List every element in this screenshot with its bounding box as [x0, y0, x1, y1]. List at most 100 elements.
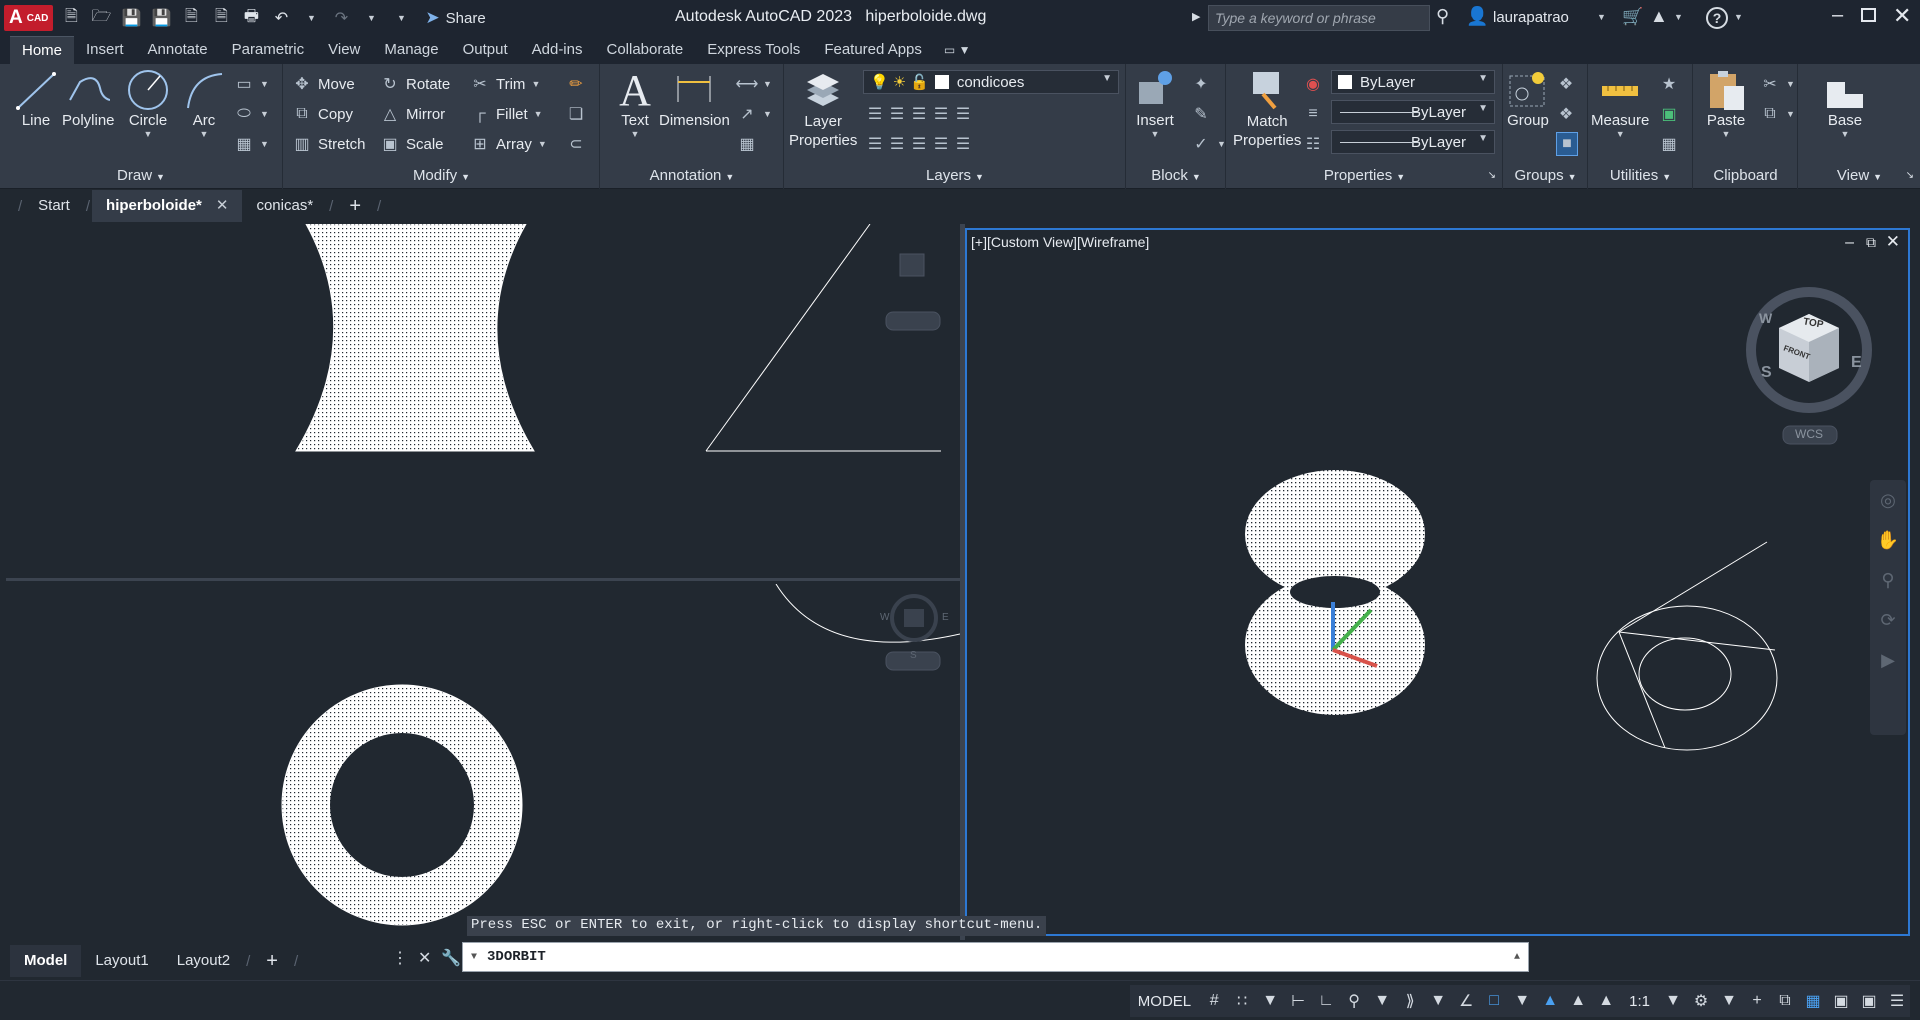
layout-tab-layout2[interactable]: Layout2	[163, 945, 244, 977]
tab-output[interactable]: Output	[451, 36, 520, 64]
arc-dropdown-icon[interactable]: ▼	[200, 129, 209, 139]
viewport-restore-icon[interactable]: ⧉	[1866, 234, 1876, 251]
customization-menu-icon[interactable]: ☰	[1884, 986, 1910, 1016]
lineweight-button[interactable]: ≡	[1303, 102, 1323, 126]
layer-thaw-all-icon[interactable]: ☰	[909, 134, 929, 154]
annotation-panel-title[interactable]: Annotation ▼	[601, 165, 783, 189]
clean-screen-icon[interactable]: ▣	[1856, 986, 1882, 1016]
leader-button[interactable]: ↗ ▼	[737, 102, 772, 126]
clipboard-panel-title[interactable]: Clipboard	[1694, 165, 1797, 189]
lineweight-dropdown[interactable]: ByLayer ▼	[1331, 100, 1495, 124]
annotation-scale-value[interactable]: 1:1	[1621, 986, 1658, 1016]
steering-wheel-icon[interactable]: ◎	[1870, 480, 1906, 520]
cart-icon[interactable]: 🛒	[1622, 7, 1643, 27]
object-snap-dropdown-icon[interactable]: ▼	[1509, 986, 1535, 1016]
properties-launcher-icon[interactable]: ↘	[1488, 165, 1496, 187]
ribbon-display-toggle-icon[interactable]: ▭ ▼	[934, 36, 983, 64]
stretch-button[interactable]: ▥ Stretch	[292, 132, 365, 156]
layer-lock-icon[interactable]: ☰	[931, 104, 951, 124]
hatch-dropdown-icon[interactable]: ▼	[260, 139, 269, 149]
infocenter-expand-icon[interactable]: ▶	[1192, 10, 1200, 23]
layout-tab-layout1[interactable]: Layout1	[81, 945, 162, 977]
view-launcher-icon[interactable]: ↘	[1906, 165, 1914, 187]
dimension-button[interactable]: Dimension	[659, 68, 730, 129]
open-web-icon[interactable]: 🗎	[179, 6, 203, 30]
file-tab-hiperboloide[interactable]: hiperboloide* ✕	[92, 190, 243, 222]
layer-walk-icon[interactable]: ☰	[953, 134, 973, 154]
viewport-bottom-left[interactable]: W E S	[6, 584, 960, 940]
scale-dropdown-icon[interactable]: ▼	[1660, 986, 1686, 1016]
compass-e-label[interactable]: E	[1851, 354, 1862, 372]
layer-off-icon[interactable]: ☰	[865, 104, 885, 124]
layer-previous-icon[interactable]: ☰	[887, 134, 907, 154]
minimize-icon[interactable]: –	[1832, 4, 1843, 27]
zoom-icon[interactable]: ⚲	[1870, 560, 1906, 600]
snap-dropdown-icon[interactable]: ▼	[1257, 986, 1283, 1016]
array-dropdown-icon[interactable]: ▼	[538, 139, 547, 149]
linear-dim-button[interactable]: ⟷ ▼	[736, 72, 772, 96]
calculator-button[interactable]: ▦	[1659, 132, 1679, 156]
viewport-minimize-icon[interactable]: –	[1845, 234, 1854, 252]
viewport-splitter-vertical[interactable]	[960, 224, 965, 940]
line-button[interactable]: Line	[14, 68, 58, 129]
group-button[interactable]: Group	[1506, 68, 1550, 129]
viewport-right-active[interactable]: [+][Custom View][Wireframe] – ⧉ ✕ TOP FR…	[965, 228, 1910, 936]
ungroup-button[interactable]: ❖	[1556, 72, 1576, 96]
linear-dim-dropdown-icon[interactable]: ▼	[763, 79, 772, 89]
tab-add-ins[interactable]: Add-ins	[520, 36, 595, 64]
user-dropdown-icon[interactable]: ▼	[1597, 12, 1606, 22]
edit-attributes-button[interactable]: ✓ ▼	[1191, 132, 1226, 156]
autocad-logo-icon[interactable]: A CAD	[4, 5, 54, 31]
file-tab-conicas[interactable]: conicas*	[242, 190, 327, 222]
new-file-icon[interactable]: 🗎	[59, 6, 83, 30]
trim-button[interactable]: ✂ Trim ▼	[470, 72, 540, 96]
quick-select-button[interactable]: ★	[1659, 72, 1679, 96]
user-icon[interactable]: 👤	[1466, 6, 1488, 27]
layer-dropdown[interactable]: 💡 ☀ 🔓 condicoes ▼	[863, 70, 1119, 94]
wcs-menu[interactable]: WCS	[1795, 427, 1823, 441]
save-as-icon[interactable]: 💾	[149, 6, 173, 30]
fillet-button[interactable]: ┌ Fillet ▼	[470, 102, 543, 126]
isometric-icon[interactable]: ⟫	[1397, 986, 1423, 1016]
workspace-dropdown-icon[interactable]: ▼	[1716, 986, 1742, 1016]
command-expand-icon[interactable]: ▲	[1514, 952, 1520, 963]
view-panel-title[interactable]: View ▼ ↘	[1799, 165, 1920, 189]
linetype-button[interactable]: ☷	[1303, 132, 1323, 156]
annotation-scale-icon[interactable]: ▲	[1593, 986, 1619, 1016]
explode-button[interactable]: ❏	[566, 102, 586, 126]
layers-panel-title[interactable]: Layers ▼	[785, 165, 1125, 189]
erase-button[interactable]: ✏	[566, 72, 586, 96]
undo-icon[interactable]: ↶	[269, 6, 293, 30]
share-button[interactable]: ➤ Share	[425, 8, 485, 28]
cut-button[interactable]: ✂ ▼	[1760, 72, 1795, 96]
quick-properties-icon[interactable]: ▦	[1800, 986, 1826, 1016]
auto-scale-icon[interactable]: ▲	[1565, 986, 1591, 1016]
new-tab-plus-icon[interactable]: +	[335, 190, 375, 222]
rectangle-dropdown-icon[interactable]: ▼	[260, 79, 269, 89]
object-color-button[interactable]: ◉	[1303, 72, 1323, 96]
pan-icon[interactable]: ✋	[1870, 520, 1906, 560]
copy-button[interactable]: ⧉ Copy	[292, 102, 353, 126]
offset-button[interactable]: ⊂	[566, 132, 586, 156]
layer-match-icon[interactable]: ☰	[953, 104, 973, 124]
group-select-toggle[interactable]: ■	[1556, 132, 1578, 156]
drawing-area[interactable]: W E S [+][Custom View][Wireframe] – ⧉ ✕	[6, 224, 1914, 940]
redo-icon[interactable]: ↷	[329, 6, 353, 30]
group-edit-button[interactable]: ❖	[1556, 102, 1576, 126]
leader-dropdown-icon[interactable]: ▼	[763, 109, 772, 119]
command-history-caret-icon[interactable]: ▼	[471, 952, 477, 963]
polyline-button[interactable]: Polyline	[62, 68, 115, 129]
command-close-icon[interactable]: ✕	[418, 948, 431, 968]
viewport-controls-label[interactable]: [+][Custom View][Wireframe]	[971, 234, 1149, 250]
fillet-dropdown-icon[interactable]: ▼	[534, 109, 543, 119]
paste-dropdown-icon[interactable]: ▼	[1722, 129, 1731, 139]
ellipse-dropdown-icon[interactable]: ▼	[260, 109, 269, 119]
insert-button[interactable]: Insert ▼	[1133, 68, 1177, 139]
workspace-gear-icon[interactable]: ⚙	[1688, 986, 1714, 1016]
base-dropdown-icon[interactable]: ▼	[1841, 129, 1850, 139]
open-file-icon[interactable]: 🗁	[89, 6, 113, 30]
select-all-button[interactable]: ▣	[1659, 102, 1679, 126]
polar-dropdown-icon[interactable]: ▼	[1369, 986, 1395, 1016]
hatch-button[interactable]: ▦ ▼	[234, 132, 269, 156]
ortho-icon[interactable]: ∟	[1313, 986, 1339, 1016]
